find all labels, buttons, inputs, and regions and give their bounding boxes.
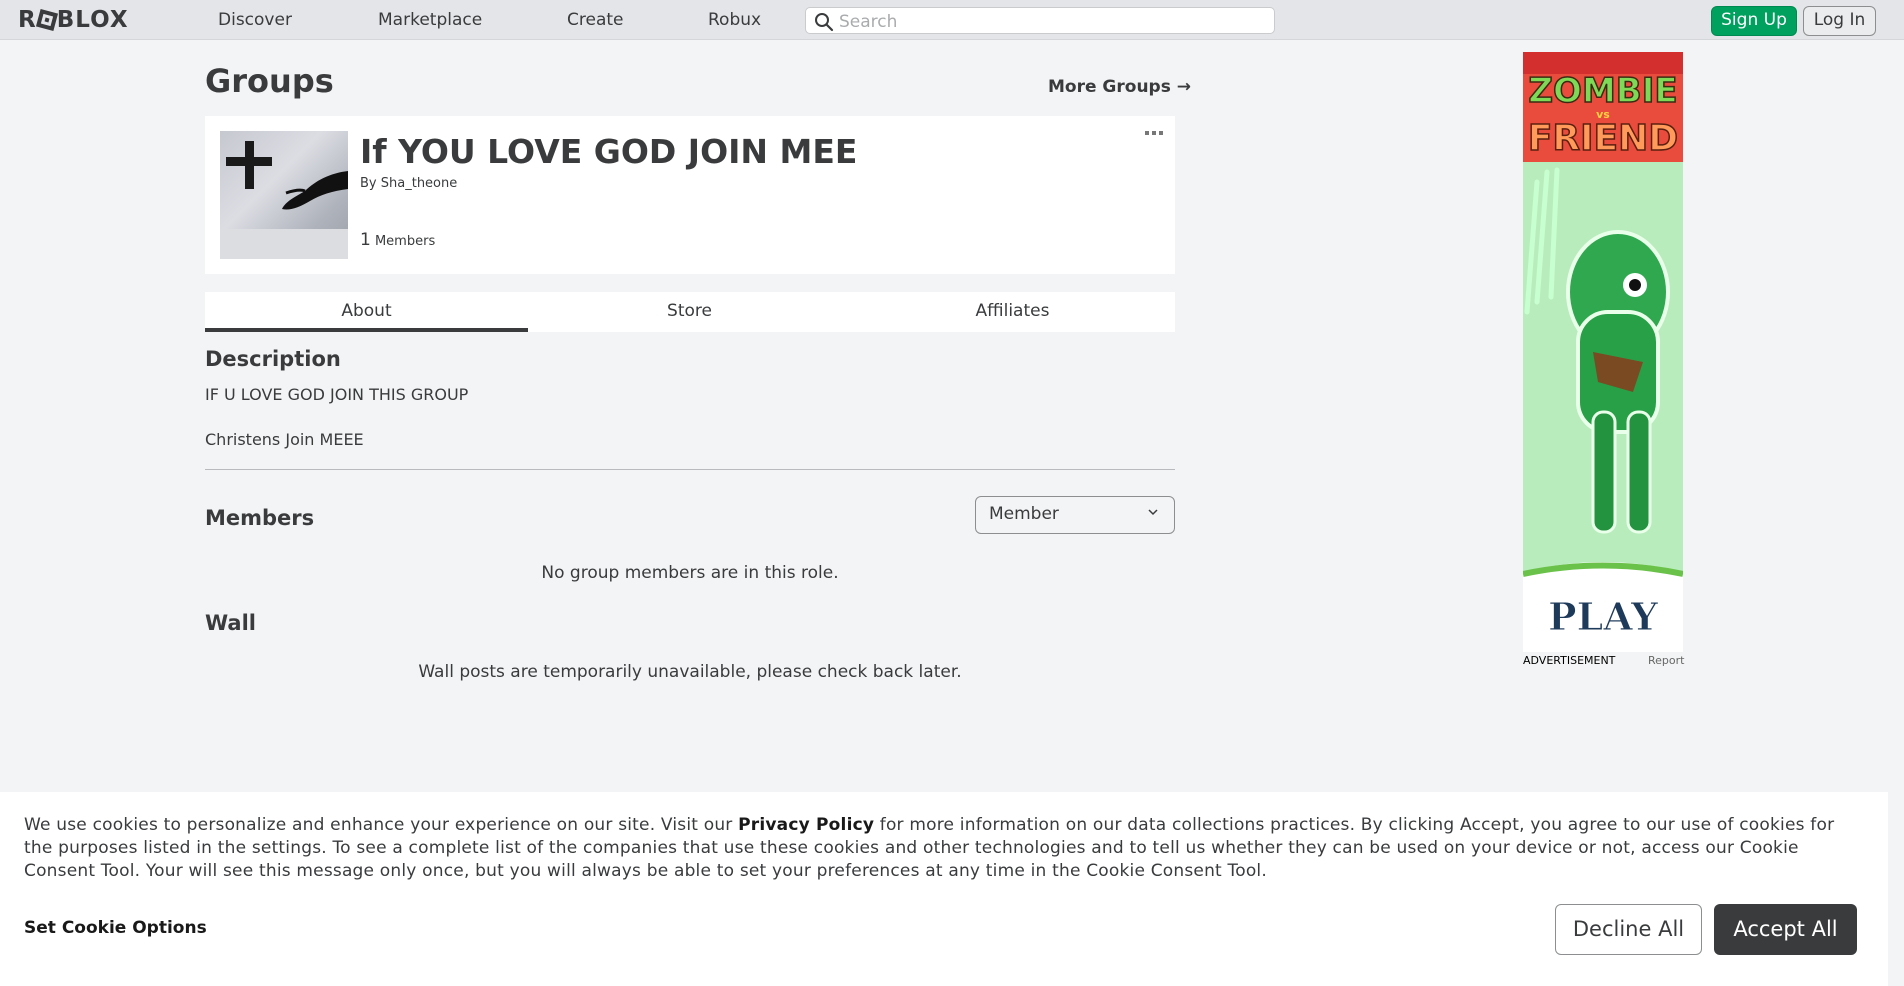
tab-store[interactable]: Store xyxy=(528,292,851,332)
members-heading: Members xyxy=(205,506,315,530)
roblox-logo[interactable]: R BLOX xyxy=(18,7,129,33)
zombie-vs-friend-ad-art: ZOMBIE vs FRIEND PLAY xyxy=(1523,52,1683,652)
cookie-text-before: We use cookies to personalize and enhanc… xyxy=(24,815,739,835)
wall-message: Wall posts are temporarily unavailable, … xyxy=(418,662,962,682)
search-icon xyxy=(815,13,834,32)
group-tabs: About Store Affiliates xyxy=(205,292,1175,332)
decline-all-button[interactable]: Decline All xyxy=(1555,904,1702,955)
member-count-label: Members xyxy=(374,234,436,249)
group-emblem-image xyxy=(220,131,348,259)
top-navigation: R BLOX Discover Marketplace Create Robux … xyxy=(0,0,1904,40)
cookie-consent-banner: We use cookies to personalize and enhanc… xyxy=(0,792,1888,986)
advertisement-banner[interactable]: ZOMBIE vs FRIEND PLAY xyxy=(1523,52,1683,652)
group-name: If YOU LOVE GOD JOIN MEE xyxy=(360,132,858,171)
privacy-policy-link[interactable]: Privacy Policy xyxy=(738,815,874,835)
more-groups-link[interactable]: More Groups → xyxy=(1048,77,1191,97)
log-in-button[interactable]: Log In xyxy=(1803,6,1876,36)
emblem-bottom-strip xyxy=(220,229,348,259)
sign-up-button[interactable]: Sign Up xyxy=(1711,6,1797,36)
ad-cta: PLAY xyxy=(1548,594,1659,639)
member-count: 1 Members xyxy=(360,230,435,250)
by-prefix: By xyxy=(360,176,377,191)
nav-link-marketplace[interactable]: Marketplace xyxy=(378,10,482,30)
set-cookie-options-link[interactable]: Set Cookie Options xyxy=(24,918,207,938)
description-line: Christens Join MEEE xyxy=(205,430,364,449)
member-count-number: 1 xyxy=(360,230,371,250)
ad-title-bottom: FRIEND xyxy=(1528,118,1678,159)
accept-all-button[interactable]: Accept All xyxy=(1714,904,1857,955)
nav-link-robux[interactable]: Robux xyxy=(708,10,761,30)
group-header-card: If YOU LOVE GOD JOIN MEE By Sha_theone 1… xyxy=(205,116,1175,274)
role-select-value: Member xyxy=(989,504,1059,524)
search-input[interactable]: Search xyxy=(805,7,1275,34)
cross-and-hand-icon xyxy=(226,141,348,210)
tab-affiliates[interactable]: Affiliates xyxy=(851,292,1174,332)
page-title: Groups xyxy=(205,62,334,100)
owner-link[interactable]: Sha_theone xyxy=(381,176,457,191)
advertisement-label: ADVERTISEMENT xyxy=(1523,654,1616,667)
ad-report-link[interactable]: Report xyxy=(1648,654,1684,667)
search-placeholder: Search xyxy=(839,12,898,32)
cookie-message: We use cookies to personalize and enhanc… xyxy=(24,814,1864,883)
chevron-down-icon xyxy=(1148,509,1158,516)
description-heading: Description xyxy=(205,347,341,371)
description-line: IF U LOVE GOD JOIN THIS GROUP xyxy=(205,385,469,404)
ellipsis-icon[interactable] xyxy=(1145,130,1163,136)
members-empty-message: No group members are in this role. xyxy=(541,563,839,583)
nav-link-discover[interactable]: Discover xyxy=(218,10,292,30)
ad-title-top: ZOMBIE xyxy=(1528,71,1677,111)
tab-about[interactable]: About xyxy=(205,292,528,332)
group-owner: By Sha_theone xyxy=(360,176,457,191)
nav-link-create[interactable]: Create xyxy=(567,10,624,30)
role-select[interactable]: Member xyxy=(975,496,1175,534)
wall-heading: Wall xyxy=(205,611,256,635)
section-divider xyxy=(205,469,1175,470)
